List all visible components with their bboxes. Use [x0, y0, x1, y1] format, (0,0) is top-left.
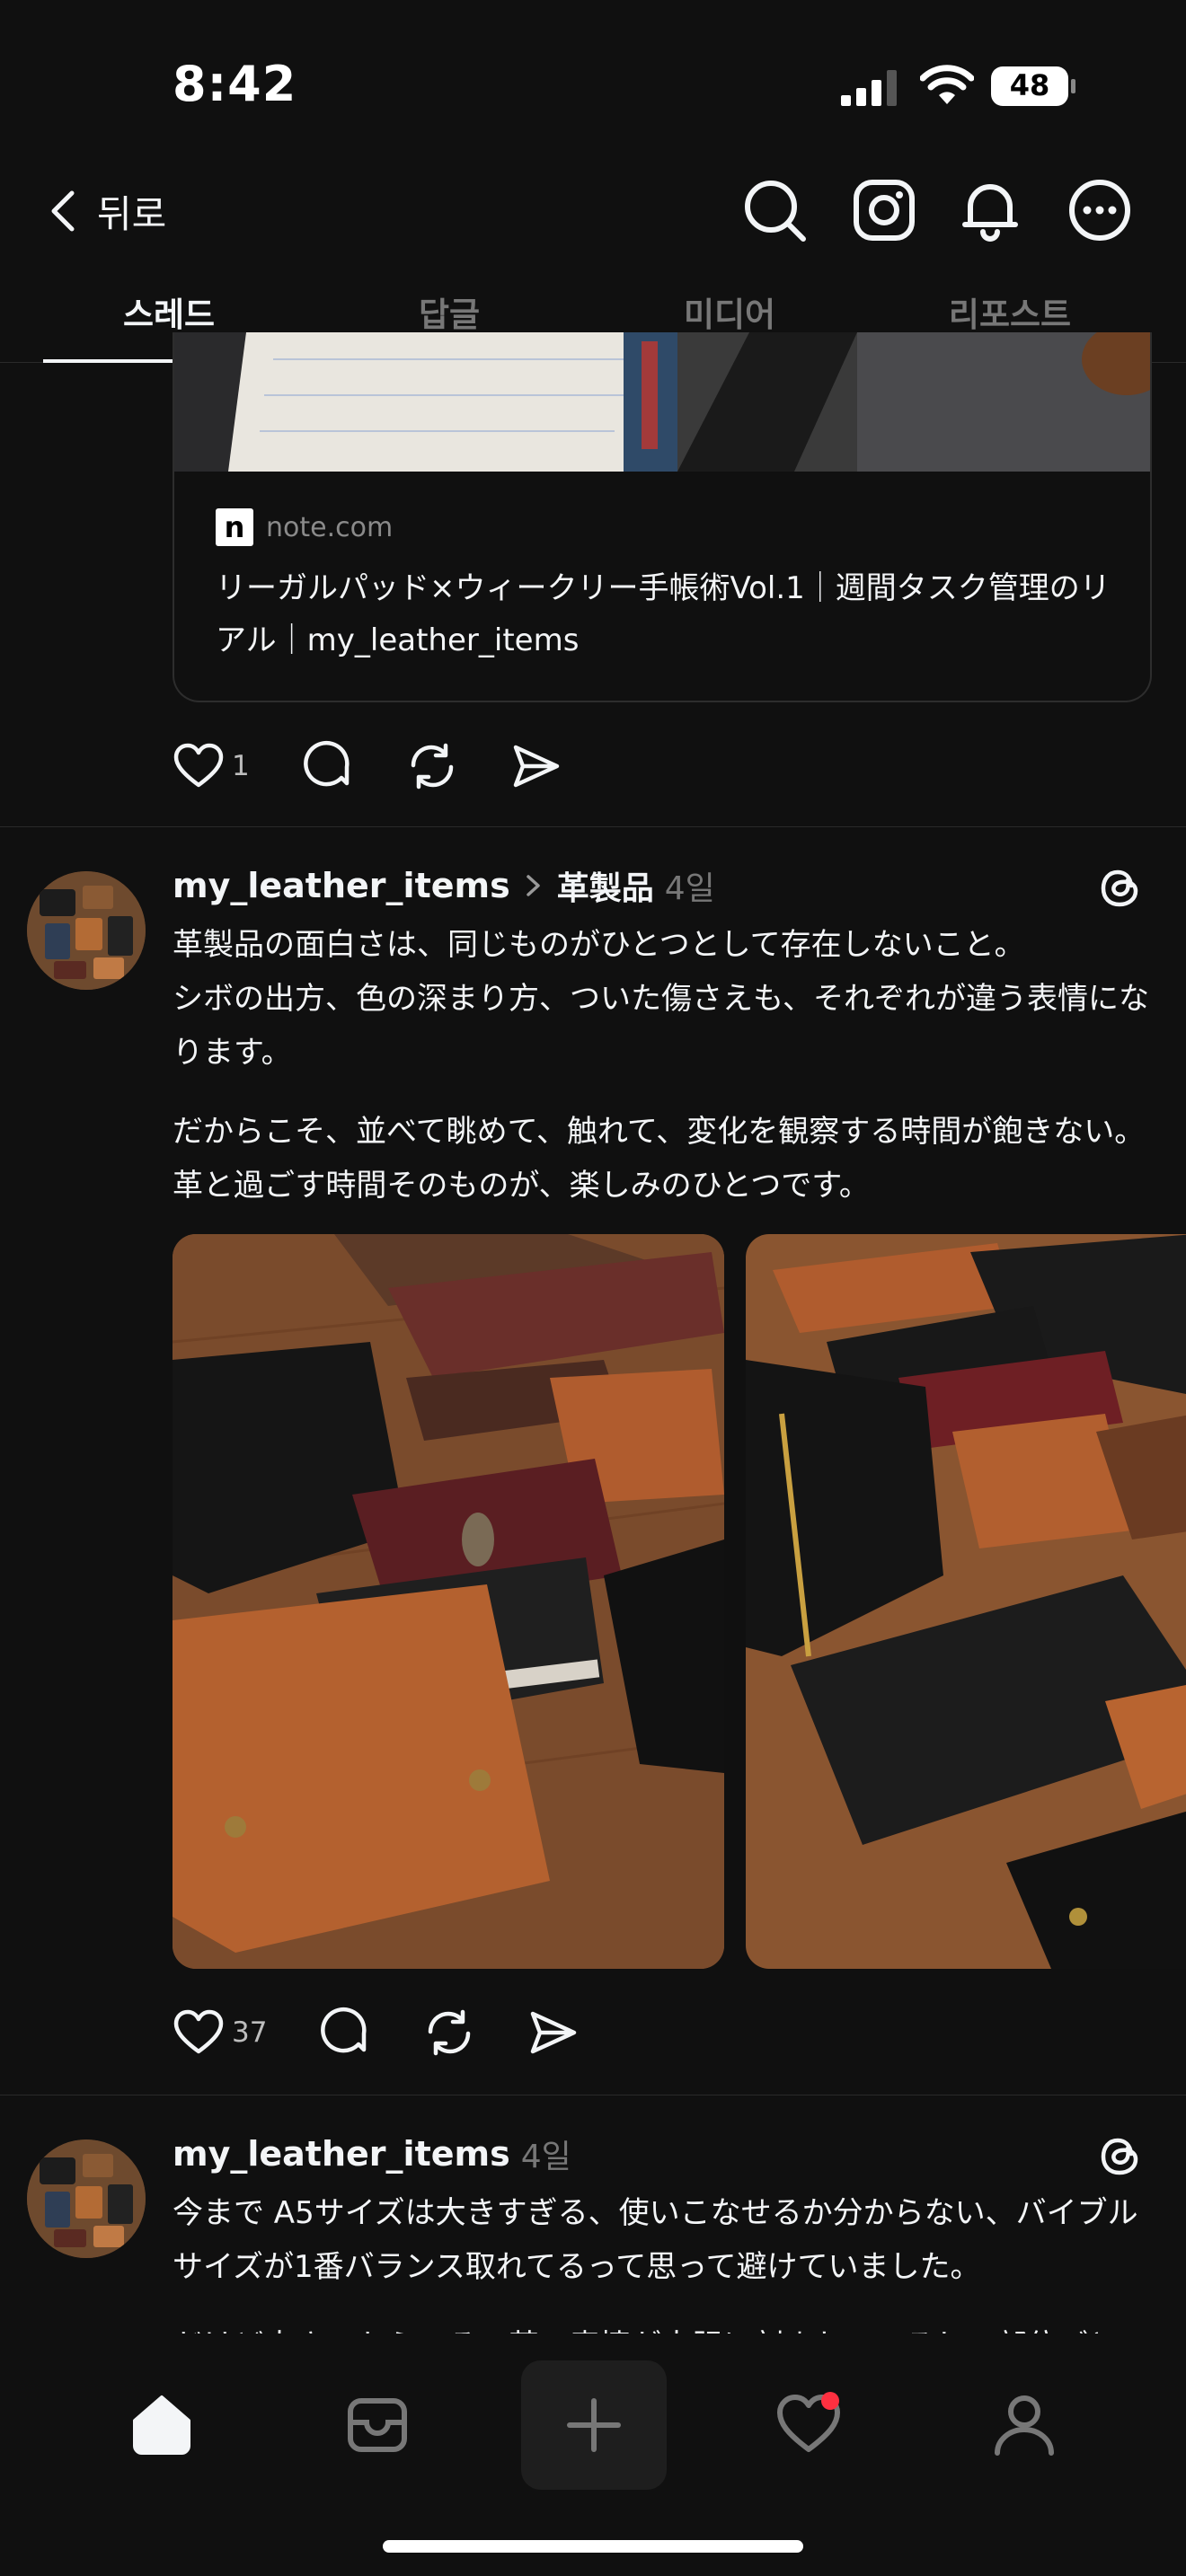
inbox-icon	[348, 2398, 407, 2452]
nav-create-button[interactable]	[521, 2360, 667, 2490]
avatar-image	[27, 2139, 146, 2258]
link-domain: note.com	[266, 511, 394, 543]
post-paragraph: だからこそ、並べて眺めて、触れて、変化を観察する時間が飽きない。 革と過ごす時間…	[173, 1114, 1146, 1204]
nav-home[interactable]	[108, 2357, 216, 2492]
username[interactable]: my_leather_items	[173, 2134, 510, 2174]
battery-indicator: 48	[990, 65, 1076, 108]
tab-threads[interactable]: 스레드	[43, 287, 295, 336]
repost-icon	[429, 2009, 471, 2056]
like-button[interactable]: 37	[173, 2007, 267, 2059]
post-divider	[0, 826, 1186, 827]
nav-activity[interactable]	[755, 2357, 863, 2492]
share-icon	[531, 2011, 577, 2054]
chevron-right-icon	[526, 875, 540, 896]
threads-profile-screen: 8:42 48 뒤로 스레드 답글 미디어 리포스트 n note.com リー…	[0, 0, 1186, 2576]
post-image[interactable]	[746, 1234, 1186, 1969]
cellular-signal-icon	[841, 70, 897, 106]
profile-icon	[995, 2395, 1054, 2456]
heart-icon	[173, 2009, 224, 2054]
nav-inbox[interactable]	[323, 2357, 431, 2492]
repost-icon	[411, 743, 453, 790]
bottom-navigation	[0, 2333, 1186, 2576]
post-header: my_leather_items 革製品 4일	[173, 860, 715, 911]
more-icon[interactable]	[1067, 178, 1132, 243]
like-count: 37	[232, 2016, 268, 2049]
share-button[interactable]	[510, 740, 562, 792]
battery-level: 48	[1009, 68, 1050, 102]
topic-tag[interactable]: 革製品	[557, 862, 654, 909]
note-logo-icon: n	[216, 508, 253, 546]
link-title: リーガルパッド×ウィークリー手帳術Vol.1｜週間タスク管理のリアル｜my_le…	[216, 570, 1111, 658]
status-bar: 8:42 48	[0, 0, 1186, 153]
post-time: 4일	[520, 2139, 571, 2175]
threads-logo-icon[interactable]	[1094, 862, 1146, 914]
avatar[interactable]	[27, 871, 146, 990]
post-image[interactable]	[173, 1234, 724, 1969]
top-header: 뒤로	[0, 162, 1186, 260]
back-icon	[51, 190, 75, 232]
post-time: 4일	[664, 870, 715, 907]
comment-button[interactable]	[302, 740, 354, 792]
post-actions: 37	[173, 2001, 632, 2064]
avatar[interactable]	[27, 2139, 146, 2258]
tab-media[interactable]: 미디어	[604, 287, 855, 336]
back-button[interactable]: 뒤로	[47, 180, 166, 243]
instagram-icon[interactable]	[852, 178, 916, 243]
username[interactable]: my_leather_items	[173, 866, 510, 905]
like-count: 1	[232, 750, 250, 782]
avatar-image	[27, 871, 146, 990]
share-icon	[513, 745, 559, 788]
post-header: my_leather_items 4일	[173, 2129, 571, 2179]
tab-replies[interactable]: 답글	[323, 287, 575, 336]
post-paragraph: 革製品の面白さは、同じものがひとつとして存在しないこと。 シボの出方、色の深まり…	[173, 927, 1149, 1071]
home-icon	[133, 2395, 190, 2455]
link-domain-row: n note.com	[216, 508, 393, 546]
search-icon[interactable]	[742, 178, 807, 243]
activity-heart-icon	[777, 2392, 840, 2452]
nav-profile[interactable]	[970, 2357, 1078, 2492]
leather-goods-photo	[746, 1234, 1186, 1969]
leather-goods-photo	[173, 1234, 724, 1969]
back-label: 뒤로	[97, 191, 167, 236]
share-button[interactable]	[527, 2007, 580, 2059]
plus-icon	[567, 2398, 621, 2452]
home-indicator	[383, 2540, 803, 2553]
post-paragraph: 今まで A5サイズは大きすぎる、使いこなせるか分からない、バイブルサイズが1番バ…	[173, 2195, 1138, 2285]
threads-logo-icon[interactable]	[1094, 2130, 1146, 2183]
link-preview-card[interactable]: n note.com リーガルパッド×ウィークリー手帳術Vol.1｜週間タスク管…	[173, 332, 1152, 702]
bell-icon[interactable]	[958, 178, 1022, 243]
post-actions: 1	[173, 735, 615, 798]
post-body: 革製品の面白さは、同じものがひとつとして存在しないこと。 シボの出方、色の深まり…	[173, 918, 1161, 1213]
comment-icon	[321, 2007, 367, 2053]
repost-button[interactable]	[406, 740, 458, 792]
status-time: 8:42	[173, 56, 297, 112]
heart-icon	[173, 743, 224, 788]
comment-button[interactable]	[319, 2007, 371, 2059]
tab-reposts[interactable]: 리포스트	[884, 287, 1136, 336]
repost-button[interactable]	[423, 2007, 475, 2059]
like-button[interactable]: 1	[173, 740, 250, 792]
link-preview-image	[174, 332, 1150, 472]
comment-icon	[303, 740, 350, 787]
wifi-icon	[920, 65, 974, 104]
